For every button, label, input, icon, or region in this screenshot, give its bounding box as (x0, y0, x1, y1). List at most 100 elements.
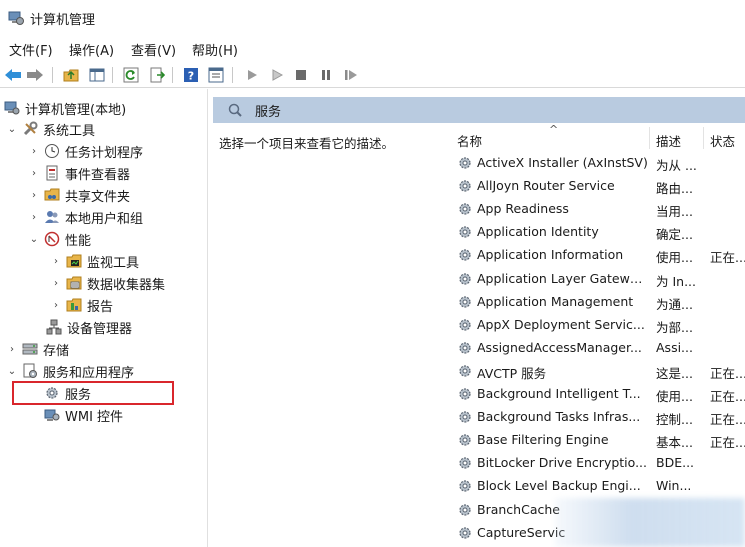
monitor-folder-icon (66, 253, 82, 269)
restart-icon[interactable] (342, 66, 360, 84)
toolbar: ? (0, 61, 745, 88)
table-row[interactable]: BitLocker Drive Encryptio... BDE... (443, 451, 745, 474)
gear-icon (457, 455, 473, 471)
table-row[interactable]: Application Information 使用... 正在... (443, 243, 745, 266)
gear-icon (457, 178, 473, 194)
table-row[interactable]: Base Filtering Engine 基本... 正在... (443, 428, 745, 451)
forward-arrow-icon[interactable] (26, 66, 44, 84)
tree-item-system-tools[interactable]: ⌄ 系统工具 (6, 118, 95, 140)
panel-header: 服务 (213, 97, 745, 123)
tree-item-shared-folders[interactable]: › 共享文件夹 (28, 184, 130, 206)
table-row[interactable]: Background Tasks Infras... 控制... 正在... (443, 405, 745, 428)
chevron-down-icon[interactable]: ⌄ (6, 123, 18, 135)
chevron-right-icon[interactable]: › (28, 167, 40, 179)
wmi-icon (44, 407, 60, 423)
chevron-right-icon[interactable]: › (28, 145, 40, 157)
play-icon[interactable] (243, 66, 261, 84)
table-row[interactable]: App Readiness 当用... (443, 197, 745, 220)
table-row[interactable]: Block Level Backup Engi... Win... (443, 474, 745, 497)
service-name: Block Level Backup Engi... (477, 478, 641, 494)
service-name: ActiveX Installer (AxInstSV) (477, 155, 648, 170)
chevron-right-icon[interactable]: › (6, 343, 18, 355)
tree-item-performance[interactable]: ⌄ 性能 (28, 228, 91, 250)
service-description: 控制... (656, 412, 693, 428)
service-name: Application Management (477, 293, 634, 309)
tree-label: 本地用户和组 (65, 211, 144, 227)
shared-folder-icon (44, 187, 60, 203)
service-description: 使用... (656, 250, 693, 266)
menu-action[interactable]: 操作(A) (69, 40, 114, 59)
table-row[interactable]: Application Management 为通... (443, 290, 745, 313)
selection-highlight-box (12, 381, 174, 405)
title-bar: 计算机管理 (0, 0, 745, 36)
services-apps-icon (22, 363, 38, 379)
services-list: 名称 ^ 描述 状态 ActiveX Installer (AxInstSV) 为… (443, 123, 745, 547)
tree-item-computer-management[interactable]: 计算机管理(本地) (4, 97, 126, 119)
chevron-right-icon[interactable]: › (50, 277, 62, 289)
service-description: 为从 ... (656, 158, 697, 173)
description-text: 选择一个项目来查看它的描述。 (219, 136, 395, 151)
tree-item-storage[interactable]: › 存储 (6, 338, 69, 360)
service-name: Application Layer Gatewa... (477, 270, 649, 286)
service-description: 为部... (656, 319, 693, 335)
svg-text:?: ? (188, 70, 194, 83)
refresh-icon[interactable] (122, 66, 140, 84)
service-description: 使用... (656, 389, 693, 404)
chevron-right-icon[interactable]: › (50, 255, 62, 267)
gear-icon (457, 317, 473, 333)
service-description: 这是... (656, 365, 693, 381)
folder-up-icon[interactable] (62, 66, 80, 84)
chevron-right-icon[interactable]: › (50, 299, 62, 311)
help-icon[interactable]: ? (182, 66, 200, 84)
chevron-down-icon[interactable]: ⌄ (28, 233, 40, 245)
tree-label: WMI 控件 (65, 409, 124, 425)
table-row[interactable]: Application Layer Gatewa... 为 In... (443, 267, 745, 290)
table-row[interactable]: Background Intelligent T... 使用... 正在... (443, 382, 745, 405)
properties-icon[interactable] (207, 66, 225, 84)
table-row[interactable]: Application Identity 确定... (443, 220, 745, 243)
table-row[interactable]: ActiveX Installer (AxInstSV) 为从 ... (443, 151, 745, 174)
tree-item-services-and-applications[interactable]: ⌄ 服务和应用程序 (6, 360, 134, 382)
tree-item-reports[interactable]: › 报告 (50, 294, 113, 316)
column-header-description[interactable]: 描述 (656, 131, 681, 150)
tree-item-device-manager[interactable]: 设备管理器 (46, 316, 132, 338)
gear-icon (457, 478, 473, 494)
back-arrow-icon[interactable] (4, 66, 22, 84)
service-description: 为通... (656, 296, 693, 312)
table-row[interactable]: AssignedAccessManager... Assi... (443, 336, 745, 359)
users-icon (44, 209, 60, 225)
tree-item-data-collector-sets[interactable]: › 数据收集器集 (50, 272, 165, 294)
tree-item-event-viewer[interactable]: › 事件查看器 (28, 162, 130, 184)
chevron-right-icon[interactable]: › (28, 211, 40, 223)
tree-label: 监视工具 (87, 255, 140, 271)
column-header-name[interactable]: 名称 (457, 131, 482, 150)
menu-bar: 文件(F) 操作(A) 查看(V) 帮助(H) (0, 36, 745, 60)
tree-item-local-users[interactable]: › 本地用户和组 (28, 206, 143, 228)
table-row[interactable]: AVCTP 服务 这是... 正在... (443, 359, 745, 382)
gear-icon (457, 271, 473, 287)
column-header-status[interactable]: 状态 (710, 131, 735, 150)
chevron-down-icon[interactable]: ⌄ (6, 365, 18, 377)
table-row[interactable]: AppX Deployment Servic... 为部... (443, 313, 745, 336)
tree-label: 性能 (65, 233, 92, 249)
gear-icon (457, 525, 473, 541)
service-status: 正在... (710, 435, 745, 451)
play-outline-icon[interactable] (268, 66, 286, 84)
pause-icon[interactable] (317, 66, 335, 84)
gear-icon (457, 363, 473, 379)
menu-help[interactable]: 帮助(H) (192, 40, 238, 59)
chevron-right-icon[interactable]: › (28, 189, 40, 201)
sort-ascending-icon: ^ (549, 123, 559, 136)
menu-view[interactable]: 查看(V) (131, 40, 176, 59)
tree-item-task-scheduler[interactable]: › 任务计划程序 (28, 140, 143, 162)
show-hide-tree-icon[interactable] (88, 66, 106, 84)
tree-item-wmi-control[interactable]: WMI 控件 (44, 404, 123, 426)
service-status: 正在... (710, 412, 745, 428)
table-row[interactable]: AllJoyn Router Service 路由... (443, 174, 745, 197)
window-title: 计算机管理 (30, 13, 96, 28)
stop-icon[interactable] (292, 66, 310, 84)
tree-item-monitor-tools[interactable]: › 监视工具 (50, 250, 139, 272)
gear-icon (457, 386, 473, 402)
export-list-icon[interactable] (148, 66, 166, 84)
menu-file[interactable]: 文件(F) (9, 40, 53, 59)
